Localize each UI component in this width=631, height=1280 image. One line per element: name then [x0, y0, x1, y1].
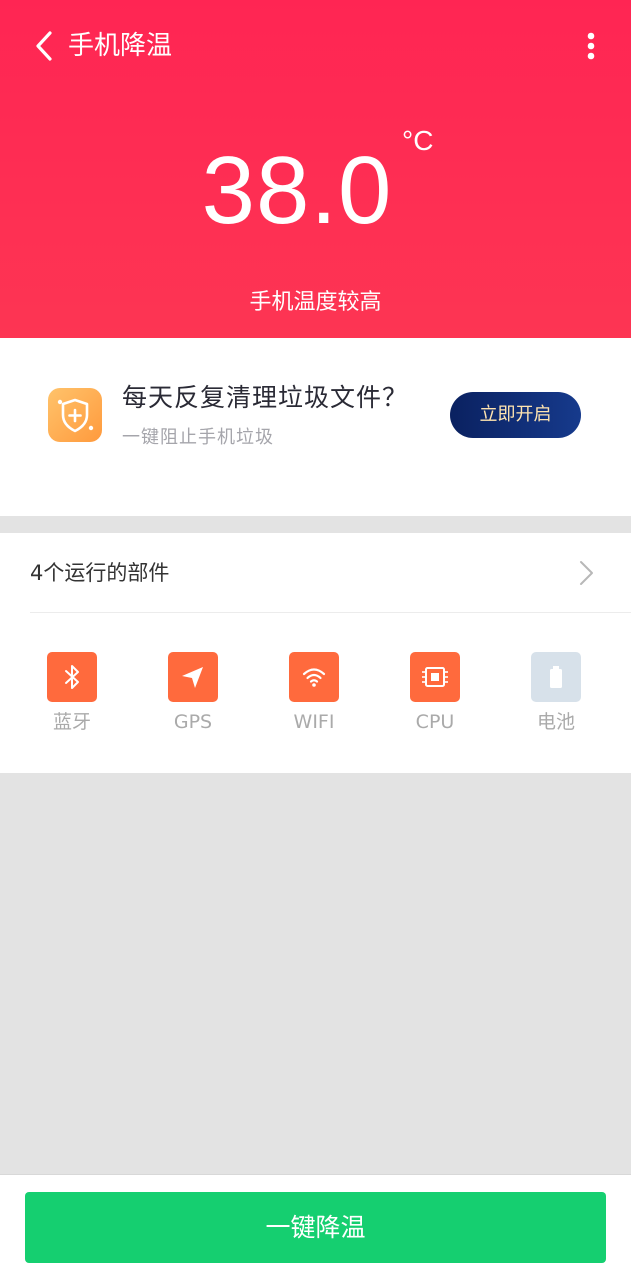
page-title: 手机降温	[68, 31, 173, 61]
component-label: CPU	[415, 711, 455, 733]
component-cpu[interactable]: CPU	[385, 652, 485, 742]
running-components-card: 4个运行的部件 蓝牙 GPS WIFI CPU 电池	[0, 533, 631, 773]
promo-title: 每天反复清理垃圾文件？	[122, 383, 409, 412]
promo-card: 每天反复清理垃圾文件？ 一键阻止手机垃圾 立即开启	[0, 338, 631, 516]
divider	[30, 612, 631, 613]
wifi-icon	[289, 652, 339, 702]
chevron-left-icon[interactable]	[30, 28, 58, 64]
component-gps[interactable]: GPS	[143, 652, 243, 742]
chevron-right-icon	[580, 561, 593, 585]
temperature-value: 38.0	[201, 137, 393, 244]
component-label: 蓝牙	[52, 711, 91, 733]
one-tap-cool-button[interactable]: 一键降温	[25, 1192, 606, 1263]
promo-subtitle: 一键阻止手机垃圾	[122, 427, 274, 448]
bluetooth-icon	[47, 652, 97, 702]
temperature-header: 手机降温 38.0 °C 手机温度较高	[0, 0, 631, 338]
component-label: WIFI	[293, 711, 335, 733]
component-battery[interactable]: 电池	[506, 652, 606, 742]
component-wifi[interactable]: WIFI	[264, 652, 364, 742]
component-bluetooth[interactable]: 蓝牙	[22, 652, 122, 742]
battery-icon	[531, 652, 581, 702]
cpu-chip-icon	[410, 652, 460, 702]
shield-clean-icon	[48, 388, 102, 442]
location-arrow-icon	[168, 652, 218, 702]
footer-bar: 一键降温	[0, 1174, 631, 1280]
component-label: 电池	[536, 711, 575, 733]
running-components-header[interactable]: 4个运行的部件	[0, 533, 631, 613]
temperature-unit: °C	[402, 125, 434, 156]
running-components-title: 4个运行的部件	[30, 561, 170, 585]
component-label: GPS	[173, 711, 213, 733]
more-vertical-icon[interactable]	[576, 28, 606, 64]
temperature-status: 手机温度较高	[249, 290, 382, 315]
enable-now-button[interactable]: 立即开启	[450, 392, 581, 438]
